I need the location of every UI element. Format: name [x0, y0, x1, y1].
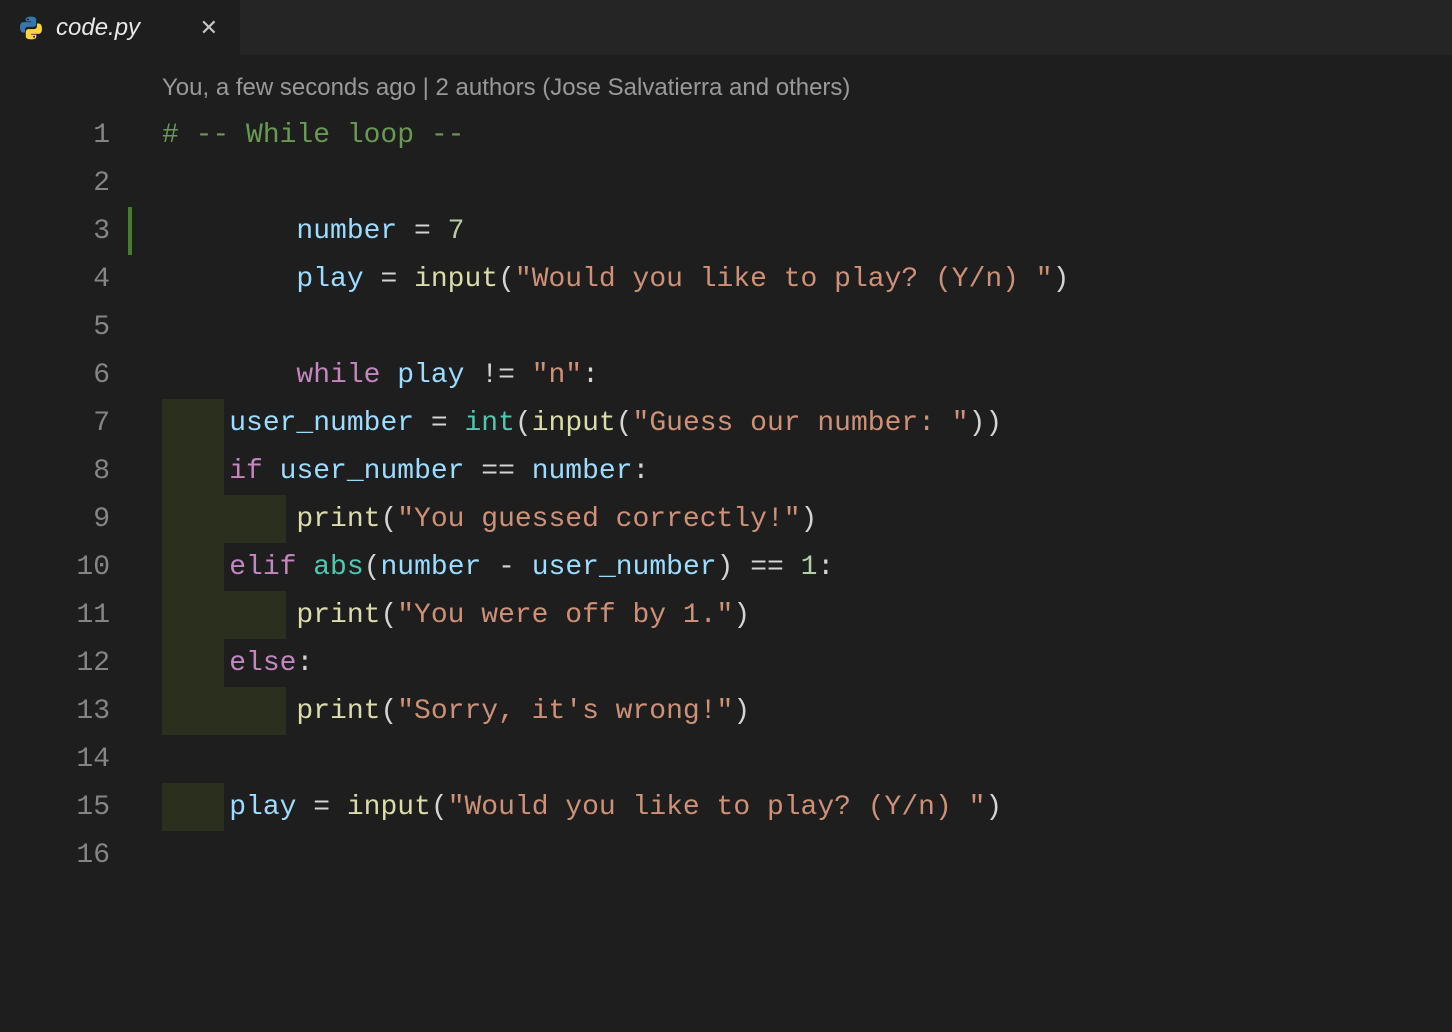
code-editor[interactable]: You, a few seconds ago | 2 authors (Jose… [0, 55, 1452, 1032]
line-number: 6 [0, 351, 140, 399]
tab-code-py[interactable]: code.py ✕ [0, 0, 240, 55]
editor-window: code.py ✕ You, a few seconds ago | 2 aut… [0, 0, 1452, 1032]
line-number: 3 [0, 207, 140, 255]
line-number: 11 [0, 591, 140, 639]
line-number: 2 [0, 159, 140, 207]
code-line[interactable]: 15 play = input("Would you like to play?… [0, 783, 1452, 831]
code-line[interactable]: 1 # -- While loop -- [0, 111, 1452, 159]
code-line[interactable]: 14 [0, 735, 1452, 783]
code-line[interactable]: 9 print("You guessed correctly!") [0, 495, 1452, 543]
line-number: 14 [0, 735, 140, 783]
code-line[interactable]: 8 if user_number == number: [0, 447, 1452, 495]
line-number: 7 [0, 399, 140, 447]
line-number: 4 [0, 255, 140, 303]
line-number: 13 [0, 687, 140, 735]
line-number: 1 [0, 111, 140, 159]
tab-filename: code.py [56, 14, 140, 42]
code-line[interactable]: 13 print("Sorry, it's wrong!") [0, 687, 1452, 735]
line-number: 9 [0, 495, 140, 543]
line-number: 16 [0, 831, 140, 879]
code-line[interactable]: 12 else: [0, 639, 1452, 687]
tab-bar: code.py ✕ [0, 0, 1452, 55]
code-line[interactable]: 10 elif abs(number - user_number) == 1: [0, 543, 1452, 591]
code-line[interactable]: 16 [0, 831, 1452, 879]
code-line[interactable]: 4 play = input("Would you like to play? … [0, 255, 1452, 303]
git-change-marker [128, 207, 132, 255]
close-icon[interactable]: ✕ [196, 15, 222, 41]
line-number: 10 [0, 543, 140, 591]
line-number: 5 [0, 303, 140, 351]
line-number: 8 [0, 447, 140, 495]
code-line[interactable]: 11 print("You were off by 1.") [0, 591, 1452, 639]
line-number: 12 [0, 639, 140, 687]
python-icon [18, 15, 44, 41]
line-number: 15 [0, 783, 140, 831]
code-line[interactable]: 6 while play != "n": [0, 351, 1452, 399]
codelens-annotation[interactable]: You, a few seconds ago | 2 authors (Jose… [0, 65, 1452, 111]
